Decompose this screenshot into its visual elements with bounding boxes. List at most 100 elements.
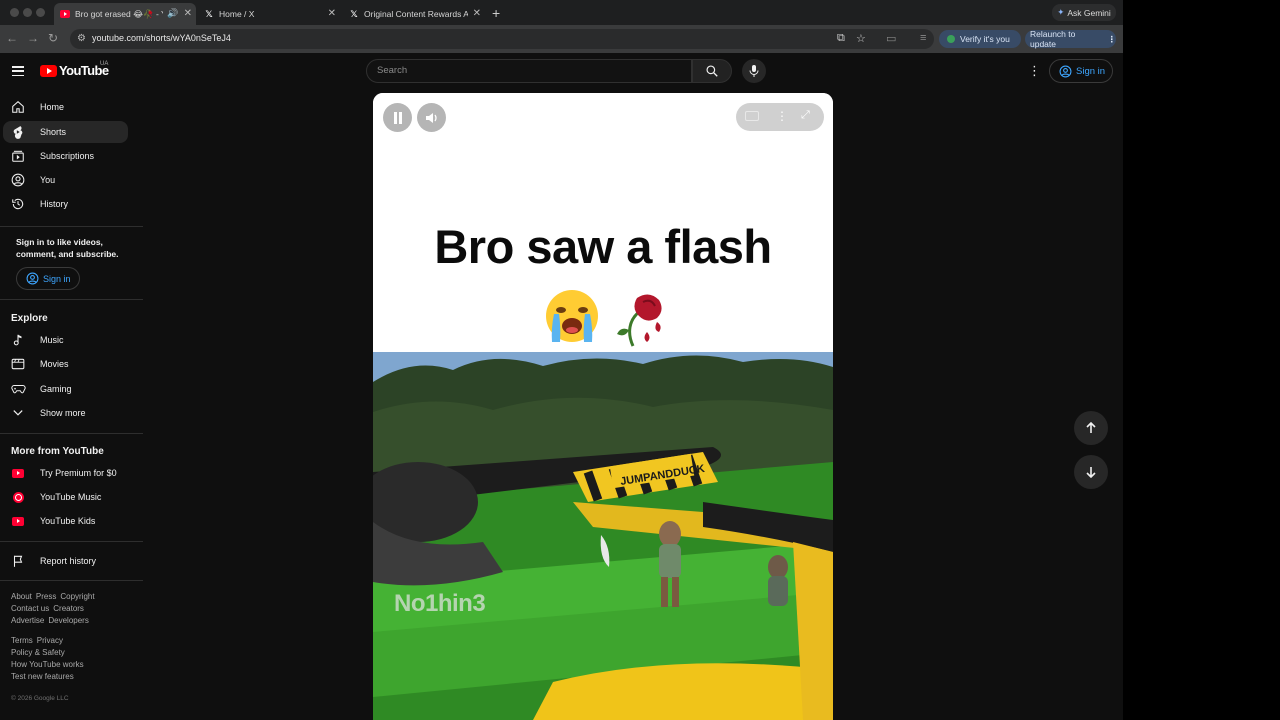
reload-icon[interactable]: ↻: [48, 31, 58, 45]
sidebar-item-music[interactable]: Music: [3, 329, 128, 351]
flag-icon: [13, 555, 23, 567]
minimize-window-button[interactable]: [23, 8, 32, 17]
voice-search-button[interactable]: [742, 59, 766, 83]
arrow-down-icon: [1086, 467, 1096, 478]
footer-link-developers[interactable]: Developers: [48, 616, 88, 625]
sidebar-item-report-history[interactable]: Report history: [3, 550, 128, 572]
captions-icon[interactable]: [745, 111, 759, 121]
side-panel-icon[interactable]: ▭: [886, 32, 896, 45]
sidebar-item-label: Shorts: [40, 127, 67, 137]
sidebar-item-gaming[interactable]: Gaming: [3, 378, 128, 400]
sign-in-label: Sign in: [1076, 65, 1106, 77]
browser-window: Bro got erased 😂🥀 - Yo 🔊 ✕ 𝕏 Home / X ✕ …: [0, 0, 1123, 720]
sign-in-label: Sign in: [43, 273, 71, 284]
sidebar-item-youtube-music[interactable]: YouTube Music: [3, 486, 128, 508]
zoom-window-button[interactable]: [36, 8, 45, 17]
explore-heading: Explore: [11, 313, 48, 324]
footer-link-how-youtube-works[interactable]: How YouTube works: [11, 660, 84, 669]
sidebar-item-label: Home: [40, 102, 65, 112]
sidebar-item-youtube-kids[interactable]: YouTube Kids: [3, 510, 128, 532]
footer-link-test-features[interactable]: Test new features: [11, 672, 74, 681]
sidebar-item-subscriptions[interactable]: Subscriptions: [3, 145, 128, 167]
volume-icon: [425, 112, 437, 123]
sparkle-icon: ✦: [1057, 7, 1065, 17]
site-settings-icon[interactable]: ⚙: [77, 33, 86, 44]
ask-gemini-button[interactable]: ✦ Ask Gemini: [1052, 4, 1116, 21]
video-control-group: ⋮ ⤢: [736, 103, 824, 131]
address-bar[interactable]: ⚙ youtube.com/shorts/wYA0nSeTeJ4 ⧉ ☆ ▭ ≡: [70, 29, 934, 49]
pause-icon: [393, 111, 402, 124]
footer-link-press[interactable]: Press: [36, 592, 56, 601]
search-icon: [706, 65, 718, 77]
sidebar-divider: [0, 226, 143, 227]
media-controls-icon[interactable]: ≡: [920, 32, 926, 44]
fullscreen-icon[interactable]: ⤢: [801, 109, 810, 122]
footer-link-about[interactable]: About: [11, 592, 32, 601]
youtube-kids-icon: [12, 516, 24, 526]
tab-youtube[interactable]: Bro got erased 😂🥀 - Yo 🔊 ✕: [54, 3, 196, 25]
footer-link-contact[interactable]: Contact us: [11, 604, 49, 613]
sidebar-item-movies[interactable]: Movies: [3, 353, 128, 375]
pause-button[interactable]: [383, 103, 412, 132]
shorts-icon: [13, 126, 23, 139]
footer-link-policy[interactable]: Policy & Safety: [11, 648, 65, 657]
sidebar-item-label: Music: [40, 335, 64, 345]
sidebar-item-show-more[interactable]: Show more: [3, 402, 128, 424]
sidebar-item-label: Show more: [40, 408, 86, 418]
account-circle-icon: [1059, 65, 1072, 77]
sidebar-item-shorts[interactable]: Shorts: [3, 121, 128, 143]
close-tab-icon[interactable]: ✕: [328, 8, 336, 19]
youtube-logo[interactable]: YouTube: [40, 63, 109, 78]
browser-toolbar: ← → ↻ ⚙ youtube.com/shorts/wYA0nSeTeJ4 ⧉…: [0, 25, 1123, 53]
sign-in-button[interactable]: Sign in: [1049, 59, 1113, 83]
footer-link-terms[interactable]: Terms: [11, 636, 33, 645]
youtube-play-icon: [40, 64, 57, 77]
tab-x-home[interactable]: 𝕏 Home / X ✕: [198, 3, 340, 25]
sidebar-item-history[interactable]: History: [3, 193, 128, 215]
guide-menu-icon[interactable]: [12, 66, 24, 76]
video-watermark-text: No1hin3: [394, 590, 486, 617]
close-tab-icon[interactable]: ✕: [473, 8, 481, 19]
tab-title: Original Content Rewards Ap: [364, 9, 468, 19]
sidebar-item-premium[interactable]: Try Premium for $0: [3, 462, 128, 484]
shorts-video-player[interactable]: Bro saw a flash JUMPANDDUCK No1hin3 ⋮ ⤢: [373, 93, 833, 720]
footer-link-privacy[interactable]: Privacy: [37, 636, 63, 645]
next-short-button[interactable]: [1074, 455, 1108, 489]
footer-links-row: About Press Copyright: [11, 592, 99, 601]
settings-more-icon[interactable]: ⋮: [1028, 63, 1041, 79]
relaunch-to-update-button[interactable]: Relaunch to update ⋮: [1025, 29, 1116, 49]
verify-identity-button[interactable]: Verify it's you: [939, 30, 1021, 48]
tab-strip: Bro got erased 😂🥀 - Yo 🔊 ✕ 𝕏 Home / X ✕ …: [0, 0, 1123, 25]
footer-link-copyright[interactable]: Copyright: [60, 592, 94, 601]
new-tab-icon[interactable]: +: [492, 5, 500, 21]
sidebar-divider: [0, 433, 143, 434]
x-logo-icon: 𝕏: [205, 8, 213, 19]
footer-link-advertise[interactable]: Advertise: [11, 616, 44, 625]
video-caption-area: Bro saw a flash: [373, 93, 833, 353]
tab-content-rewards[interactable]: 𝕏 Original Content Rewards Ap ✕: [343, 3, 485, 25]
account-circle-icon: [26, 272, 39, 285]
ask-gemini-label: Ask Gemini: [1067, 7, 1111, 18]
sidebar-item-home[interactable]: Home: [3, 96, 128, 118]
forward-icon[interactable]: →: [27, 31, 39, 45]
video-frame-bounce-house: JUMPANDDUCK: [373, 352, 833, 720]
sidebar-item-you[interactable]: You: [3, 169, 128, 191]
install-app-icon[interactable]: ⧉: [837, 32, 845, 45]
bookmark-star-icon[interactable]: ☆: [856, 32, 866, 45]
search-button[interactable]: [692, 59, 732, 83]
more-options-icon[interactable]: ⋮: [776, 109, 788, 123]
search-input[interactable]: Search: [366, 59, 692, 83]
home-icon: [12, 101, 24, 113]
sidebar-item-label: You: [40, 175, 56, 185]
arrow-up-icon: [1086, 422, 1096, 433]
previous-short-button[interactable]: [1074, 411, 1108, 445]
gaming-icon: [10, 385, 26, 394]
volume-button[interactable]: [417, 103, 446, 132]
youtube-music-icon: [12, 491, 24, 503]
close-tab-icon[interactable]: ✕: [184, 8, 192, 19]
sidebar-sign-in-button[interactable]: Sign in: [16, 267, 80, 290]
tab-title: Bro got erased 😂🥀 - Yo: [75, 8, 163, 19]
footer-link-creators[interactable]: Creators: [53, 604, 84, 613]
close-window-button[interactable]: [10, 8, 19, 17]
back-icon[interactable]: ←: [6, 31, 18, 45]
